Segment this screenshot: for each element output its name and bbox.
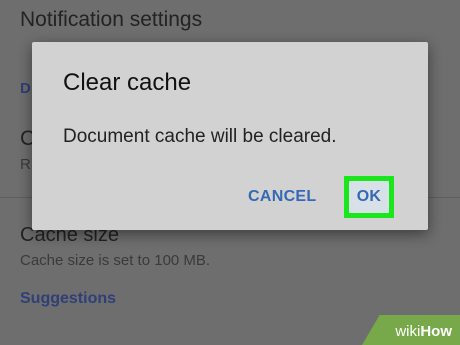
watermark-text: wikiHow	[395, 323, 452, 340]
dialog-message: Document cache will be cleared.	[63, 126, 337, 147]
settings-item-partial-subtitle: R	[20, 156, 31, 173]
cache-size-item-subtitle: Cache size is set to 100 MB.	[20, 252, 211, 269]
clear-cache-dialog: Clear cache Document cache will be clear…	[32, 42, 428, 230]
watermark-suffix: How	[420, 323, 452, 340]
watermark-prefix: wiki	[395, 323, 421, 340]
dialog-title: Clear cache	[63, 69, 192, 96]
section-header-partial: D	[20, 80, 31, 97]
suggestions-section-header: Suggestions	[20, 290, 117, 307]
ok-button[interactable]: OK	[344, 176, 394, 218]
wikihow-watermark: wikiHow	[362, 315, 460, 345]
notification-settings-item[interactable]: Notification settings	[20, 8, 202, 32]
cancel-button[interactable]: CANCEL	[248, 188, 316, 206]
